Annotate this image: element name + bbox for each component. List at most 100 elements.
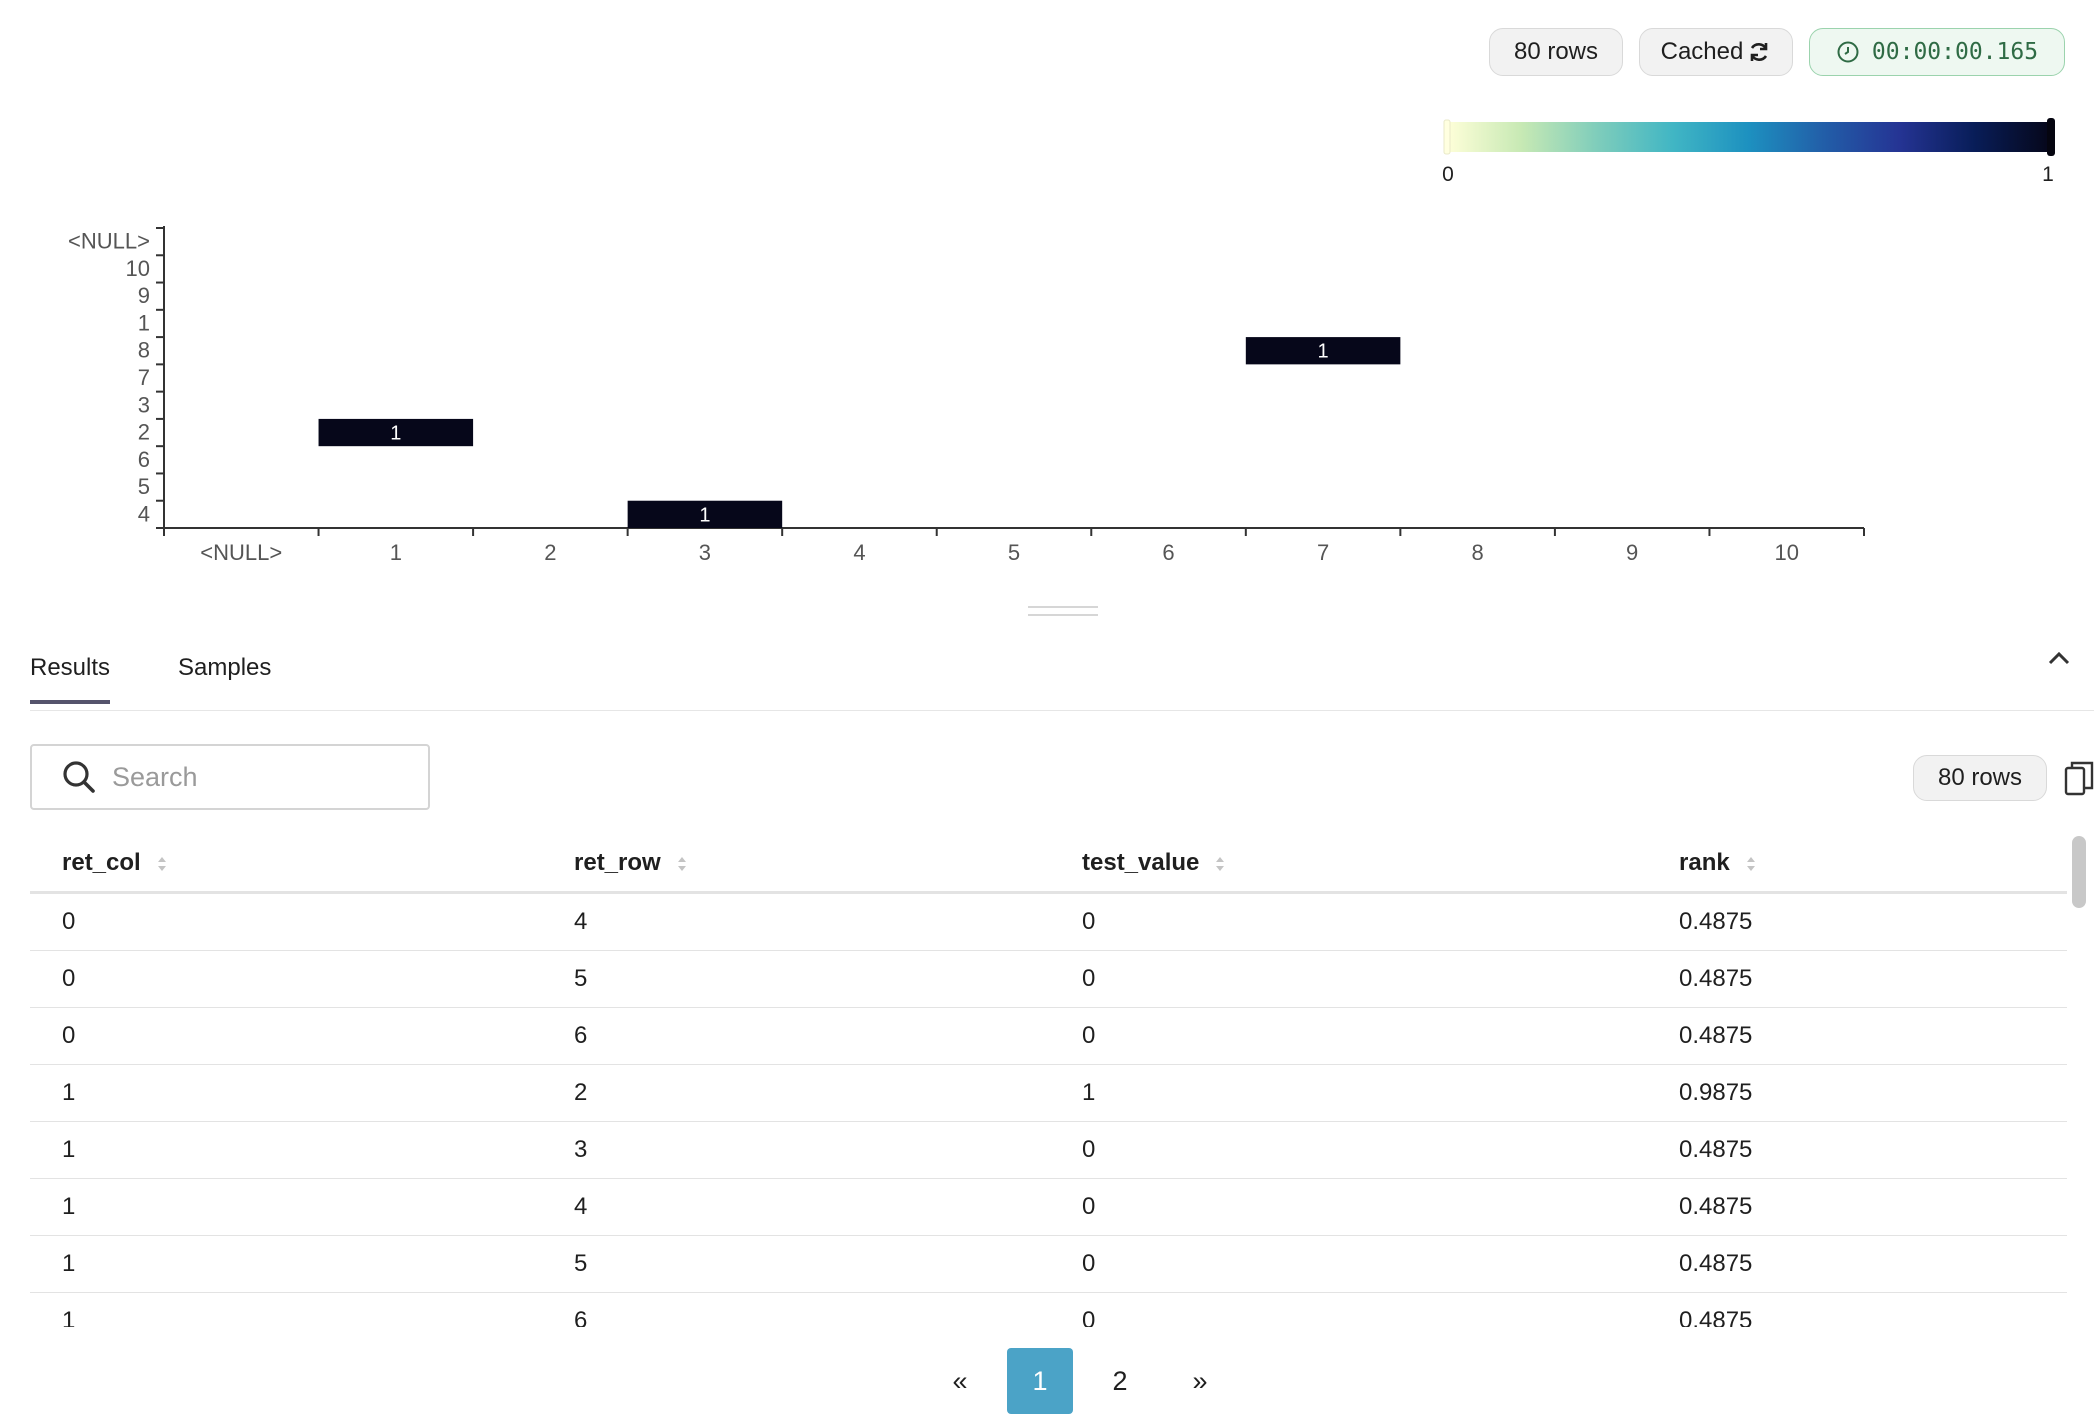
table-cell: 1	[30, 1064, 542, 1122]
column-header-ret-col[interactable]: ret_col	[30, 835, 542, 894]
table-cell: 0	[1050, 950, 1647, 1008]
column-header-label: test_value	[1082, 849, 1200, 876]
y-tick-label: 1	[138, 310, 150, 335]
table-cell: 0.4875	[1647, 1235, 2067, 1293]
x-tick-label: 2	[544, 540, 556, 565]
table-cell: 1	[30, 1178, 542, 1236]
colorbar-min-label: 0	[1442, 163, 1454, 186]
column-header-rank[interactable]: rank	[1647, 835, 2067, 894]
search-icon	[63, 761, 95, 793]
column-header-label: ret_col	[62, 849, 141, 876]
table-cell: 0.4875	[1647, 950, 2067, 1008]
results-table-container: ret_col ret_row test_value rank 0 4 0 0.487…	[30, 835, 2067, 1327]
y-tick-label: 8	[138, 338, 150, 363]
results-tabs: Results Samples	[30, 640, 2094, 711]
elapsed-time: 00:00:00.165	[1871, 39, 2039, 65]
x-tick-label: 7	[1317, 540, 1329, 565]
x-tick-label: 4	[853, 540, 865, 565]
pagination-prev-button[interactable]: «	[927, 1348, 993, 1414]
x-tick-label: <NULL>	[200, 540, 282, 565]
pagination-next-button[interactable]: »	[1167, 1348, 1233, 1414]
y-tick-label: 3	[138, 392, 150, 417]
table-row[interactable]: 0 5 0 0.4875	[30, 950, 2067, 1008]
table-cell: 0.4875	[1647, 892, 2067, 951]
x-tick-label: 1	[390, 540, 402, 565]
table-cell: 0	[1050, 1121, 1647, 1179]
results-row-count-badge: 80 rows	[1913, 755, 2047, 801]
x-tick-label: 6	[1162, 540, 1174, 565]
y-tick-label: <NULL>	[68, 229, 150, 254]
table-row[interactable]: 0 4 0 0.4875	[30, 892, 2067, 951]
table-row[interactable]: 1 2 1 0.9875	[30, 1064, 2067, 1122]
colorbar-max-label: 1	[2042, 163, 2054, 186]
column-header-label: rank	[1679, 849, 1730, 876]
elapsed-time-badge: 00:00:00.165	[1809, 28, 2065, 76]
pagination: « 1 2 »	[920, 1348, 1240, 1414]
table-row[interactable]: 1 3 0 0.4875	[30, 1121, 2067, 1179]
table-cell: 0.4875	[1647, 1007, 2067, 1065]
x-tick-label: 3	[699, 540, 711, 565]
sort-icon[interactable]	[675, 853, 689, 875]
table-cell: 0	[30, 950, 542, 1008]
table-cell: 3	[542, 1121, 1050, 1179]
table-cell: 1	[30, 1292, 542, 1327]
tab-samples[interactable]: Samples	[178, 654, 271, 700]
heatmap-cell-label: 1	[699, 504, 710, 526]
results-table: ret_col ret_row test_value rank 0 4 0 0.487…	[30, 835, 2067, 1327]
table-cell: 2	[542, 1064, 1050, 1122]
sort-icon[interactable]	[1213, 853, 1227, 875]
colorbar-max-handle[interactable]	[2047, 118, 2055, 156]
y-tick-label: 2	[138, 420, 150, 445]
sort-icon[interactable]	[155, 853, 169, 875]
clock-icon	[1837, 41, 1859, 63]
x-tick-label: 9	[1626, 540, 1638, 565]
table-cell: 5	[542, 950, 1050, 1008]
y-tick-label: 7	[138, 365, 150, 390]
results-row-count-label: 80 rows	[1937, 764, 2023, 791]
scrollbar-thumb[interactable]	[2072, 836, 2086, 908]
y-tick-label: 6	[138, 447, 150, 472]
table-scrollbar[interactable]	[2072, 830, 2088, 1328]
search-input[interactable]	[110, 760, 414, 794]
table-cell: 0.9875	[1647, 1064, 2067, 1122]
tab-results[interactable]: Results	[30, 654, 111, 704]
pagination-page-1[interactable]: 1	[1007, 1348, 1073, 1414]
pagination-page-2[interactable]: 2	[1087, 1348, 1153, 1414]
table-row[interactable]: 1 5 0 0.4875	[30, 1235, 2067, 1293]
y-tick-label: 5	[138, 474, 150, 499]
table-cell: 6	[542, 1007, 1050, 1065]
table-cell: 0	[1050, 1292, 1647, 1327]
panel-resize-handle[interactable]	[1028, 606, 1098, 616]
colorbar-min-handle[interactable]	[1443, 119, 1451, 155]
x-tick-label: 8	[1472, 540, 1484, 565]
column-header-ret-row[interactable]: ret_row	[542, 835, 1050, 894]
row-count-label: 80 rows	[1513, 38, 1599, 65]
sort-icon[interactable]	[1744, 853, 1758, 875]
search-box	[30, 744, 430, 810]
table-header-row: ret_col ret_row test_value rank	[30, 835, 2067, 894]
table-cell: 0	[1050, 1007, 1647, 1065]
table-cell: 1	[30, 1235, 542, 1293]
collapse-panel-icon[interactable]	[2044, 644, 2074, 674]
cached-button[interactable]: Cached	[1639, 28, 1793, 76]
heatmap-cell-label: 1	[390, 423, 401, 445]
table-cell: 0	[1050, 1178, 1647, 1236]
row-count-badge: 80 rows	[1489, 28, 1623, 76]
tab-results-label: Results	[30, 654, 111, 681]
y-tick-label: 10	[126, 256, 150, 281]
table-cell: 0	[1050, 1235, 1647, 1293]
x-tick-label: 5	[1008, 540, 1020, 565]
colorbar-legend: 0 1	[1442, 118, 2055, 186]
copy-icon[interactable]	[2064, 760, 2094, 796]
heatmap-chart: <NULL> 1 2 3 4 5 6 7 8 9 1045623781910<NULL>111	[68, 226, 1865, 565]
table-cell: 4	[542, 1178, 1050, 1236]
table-cell: 0	[30, 892, 542, 951]
column-header-label: ret_row	[574, 849, 661, 876]
table-cell: 1	[1050, 1064, 1647, 1122]
table-cell: 0	[1050, 892, 1647, 951]
x-tick-label: 10	[1774, 540, 1798, 565]
table-row[interactable]: 1 4 0 0.4875	[30, 1178, 2067, 1236]
table-row[interactable]: 0 6 0 0.4875	[30, 1007, 2067, 1065]
table-row[interactable]: 1 6 0 0.4875	[30, 1292, 2067, 1327]
column-header-test-value[interactable]: test_value	[1050, 835, 1647, 894]
